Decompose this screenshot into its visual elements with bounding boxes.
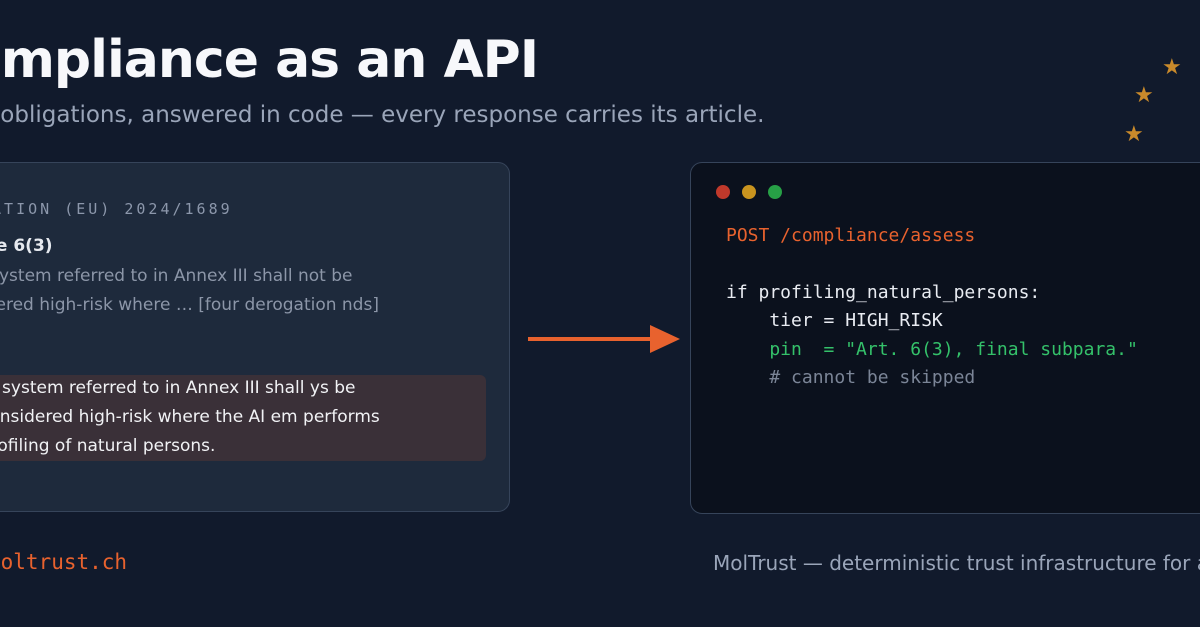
page-title: ompliance as an API (0, 30, 539, 90)
code-pin-assignment: pin = "Art. 6(3), final subpara." (726, 339, 1138, 360)
window-maximize-dot (768, 185, 782, 199)
arrow-right-icon (528, 325, 680, 353)
star-icon: ★ (1134, 83, 1154, 108)
article-highlight-text: AI system referred to in Annex III shall… (0, 378, 380, 456)
site-link[interactable]: moltrust.ch (0, 550, 127, 574)
code-condition: if profiling_natural_persons: (726, 282, 1041, 303)
code-endpoint: POST /compliance/assess (726, 225, 976, 246)
code-window (690, 162, 1200, 514)
footer-tagline: MolTrust — deterministic trust infrastru… (713, 551, 1200, 575)
page-subtitle: Act obligations, answered in code — ever… (0, 102, 765, 128)
article-text: l system referred to in Annex III shall … (0, 266, 379, 315)
regulation-label: LATION (EU) 2024/1689 (0, 200, 233, 218)
article-title: cle 6(3) (0, 236, 53, 256)
star-icon: ★ (1162, 55, 1182, 80)
window-close-dot (716, 185, 730, 199)
window-minimize-dot (742, 185, 756, 199)
code-comment: # cannot be skipped (726, 367, 976, 388)
code-tier-assignment: tier = HIGH_RISK (726, 310, 943, 331)
star-icon: ★ (1124, 122, 1144, 147)
eu-stars: ★ ★ ★ (1118, 55, 1198, 150)
